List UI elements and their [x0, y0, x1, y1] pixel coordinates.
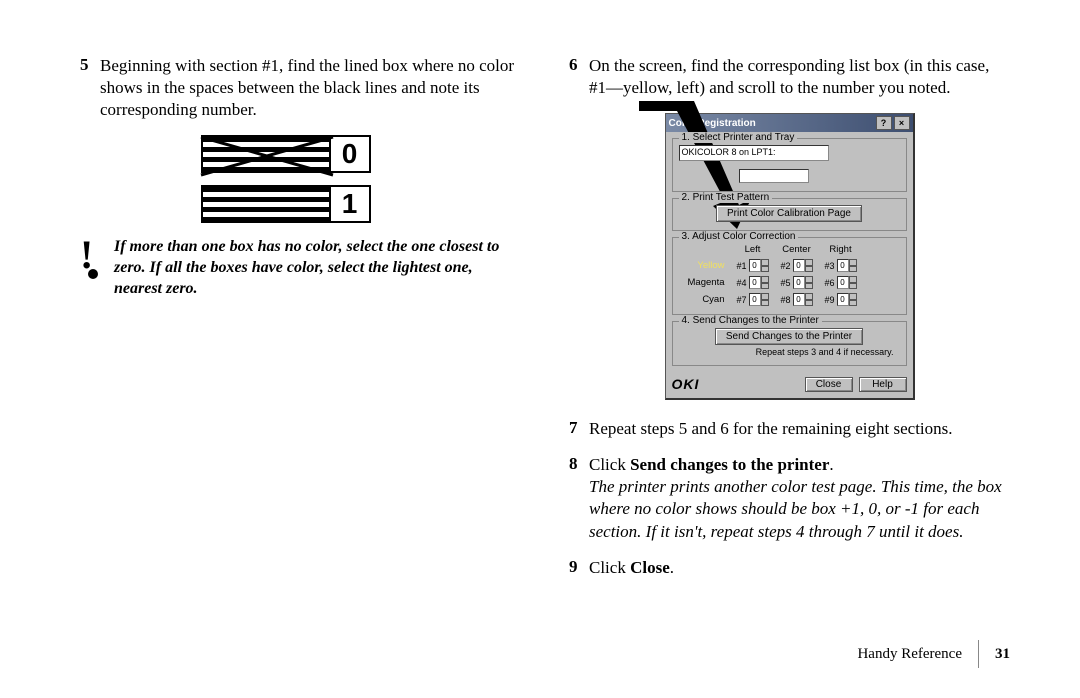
correction-grid: Left Center Right Yellow #10 #20 #30 Mag… — [679, 244, 900, 306]
dialog-window: Color Registration ? × 1. Select Printer… — [665, 113, 915, 400]
step-8-italic: The printer prints another color test pa… — [589, 477, 1002, 540]
col-left: Left — [731, 244, 775, 255]
footer-divider — [978, 640, 979, 668]
step-number: 9 — [569, 557, 589, 579]
step-text: Repeat steps 5 and 6 for the remaining e… — [589, 418, 953, 440]
note-text: If more than one box has no color, selec… — [114, 237, 521, 299]
repeat-hint: Repeat steps 3 and 4 if necessary. — [679, 345, 900, 357]
row-yellow: Yellow — [679, 260, 731, 271]
step-text: On the screen, find the corresponding li… — [589, 55, 1010, 99]
row-cyan: Cyan — [679, 294, 731, 305]
exclamation-icon: ! — [80, 237, 108, 273]
step-text: Click Send changes to the printer. The p… — [589, 454, 1010, 542]
step-number: 7 — [569, 418, 589, 440]
legend: 2. Print Test Pattern — [679, 192, 773, 203]
dialog-titlebar: Color Registration ? × — [666, 114, 913, 132]
step-5: 5 Beginning with section #1, find the li… — [80, 55, 521, 121]
fs-adjust-correction: 3. Adjust Color Correction Left Center R… — [672, 237, 907, 315]
send-changes-button[interactable]: Send Changes to the Printer — [715, 328, 863, 345]
col-right: Right — [819, 244, 863, 255]
step-text: Click Close. — [589, 557, 674, 579]
lined-box-0-row: 0 — [201, 135, 401, 173]
spinner-6[interactable]: 0 — [837, 276, 857, 289]
print-calibration-button[interactable]: Print Color Calibration Page — [716, 205, 862, 222]
step-8: 8 Click Send changes to the printer. The… — [569, 454, 1010, 542]
titlebar-help-button[interactable]: ? — [876, 116, 892, 130]
step-7: 7 Repeat steps 5 and 6 for the remaining… — [569, 418, 1010, 440]
printer-select[interactable]: OKICOLOR 8 on LPT1: — [679, 145, 829, 161]
col-center: Center — [775, 244, 819, 255]
step-number: 8 — [569, 454, 589, 542]
page: 5 Beginning with section #1, find the li… — [0, 0, 1080, 698]
oki-logo: OKI — [672, 376, 700, 392]
legend: 1. Select Printer and Tray — [679, 132, 798, 143]
right-column: 6 On the screen, find the corresponding … — [569, 55, 1010, 593]
close-button[interactable]: Close — [805, 377, 853, 392]
lined-box-figure: 0 1 — [201, 135, 401, 223]
spinner-8[interactable]: 0 — [793, 293, 813, 306]
spinner-4[interactable]: 0 — [749, 276, 769, 289]
lined-box-1-row: 1 — [201, 185, 401, 223]
spinner-1[interactable]: 0 — [749, 259, 769, 272]
legend: 4. Send Changes to the Printer — [679, 315, 822, 326]
page-footer: Handy Reference 31 — [857, 640, 1010, 668]
step-text: Beginning with section #1, find the line… — [100, 55, 521, 121]
spinner-7[interactable]: 0 — [749, 293, 769, 306]
spinner-9[interactable]: 0 — [837, 293, 857, 306]
titlebar-close-button[interactable]: × — [894, 116, 910, 130]
legend: 3. Adjust Color Correction — [679, 231, 799, 242]
fs-send-changes: 4. Send Changes to the Printer Send Chan… — [672, 321, 907, 366]
two-column-layout: 5 Beginning with section #1, find the li… — [80, 55, 1010, 593]
page-number: 31 — [995, 646, 1010, 663]
color-registration-dialog: Color Registration ? × 1. Select Printer… — [665, 113, 915, 400]
dialog-title: Color Registration — [669, 118, 874, 129]
num-box-0: 0 — [331, 135, 371, 173]
dialog-footer: OKI Close Help — [666, 372, 913, 398]
step-9: 9 Click Close. — [569, 557, 1010, 579]
left-column: 5 Beginning with section #1, find the li… — [80, 55, 521, 593]
cross-out-icon — [199, 133, 337, 179]
important-note: ! If more than one box has no color, sel… — [80, 237, 521, 299]
spinner-2[interactable]: 0 — [793, 259, 813, 272]
step-6: 6 On the screen, find the corresponding … — [569, 55, 1010, 99]
tray-select[interactable] — [739, 169, 809, 183]
spinner-5[interactable]: 0 — [793, 276, 813, 289]
step-number: 6 — [569, 55, 589, 99]
help-button[interactable]: Help — [859, 377, 907, 392]
fs-print-test: 2. Print Test Pattern Print Color Calibr… — [672, 198, 907, 231]
section-title: Handy Reference — [857, 646, 962, 663]
lined-box — [201, 185, 331, 223]
row-magenta: Magenta — [679, 277, 731, 288]
spinner-3[interactable]: 0 — [837, 259, 857, 272]
step-number: 5 — [80, 55, 100, 121]
num-box-1: 1 — [331, 185, 371, 223]
lined-box-crossed — [201, 135, 331, 173]
fs-select-printer: 1. Select Printer and Tray OKICOLOR 8 on… — [672, 138, 907, 192]
